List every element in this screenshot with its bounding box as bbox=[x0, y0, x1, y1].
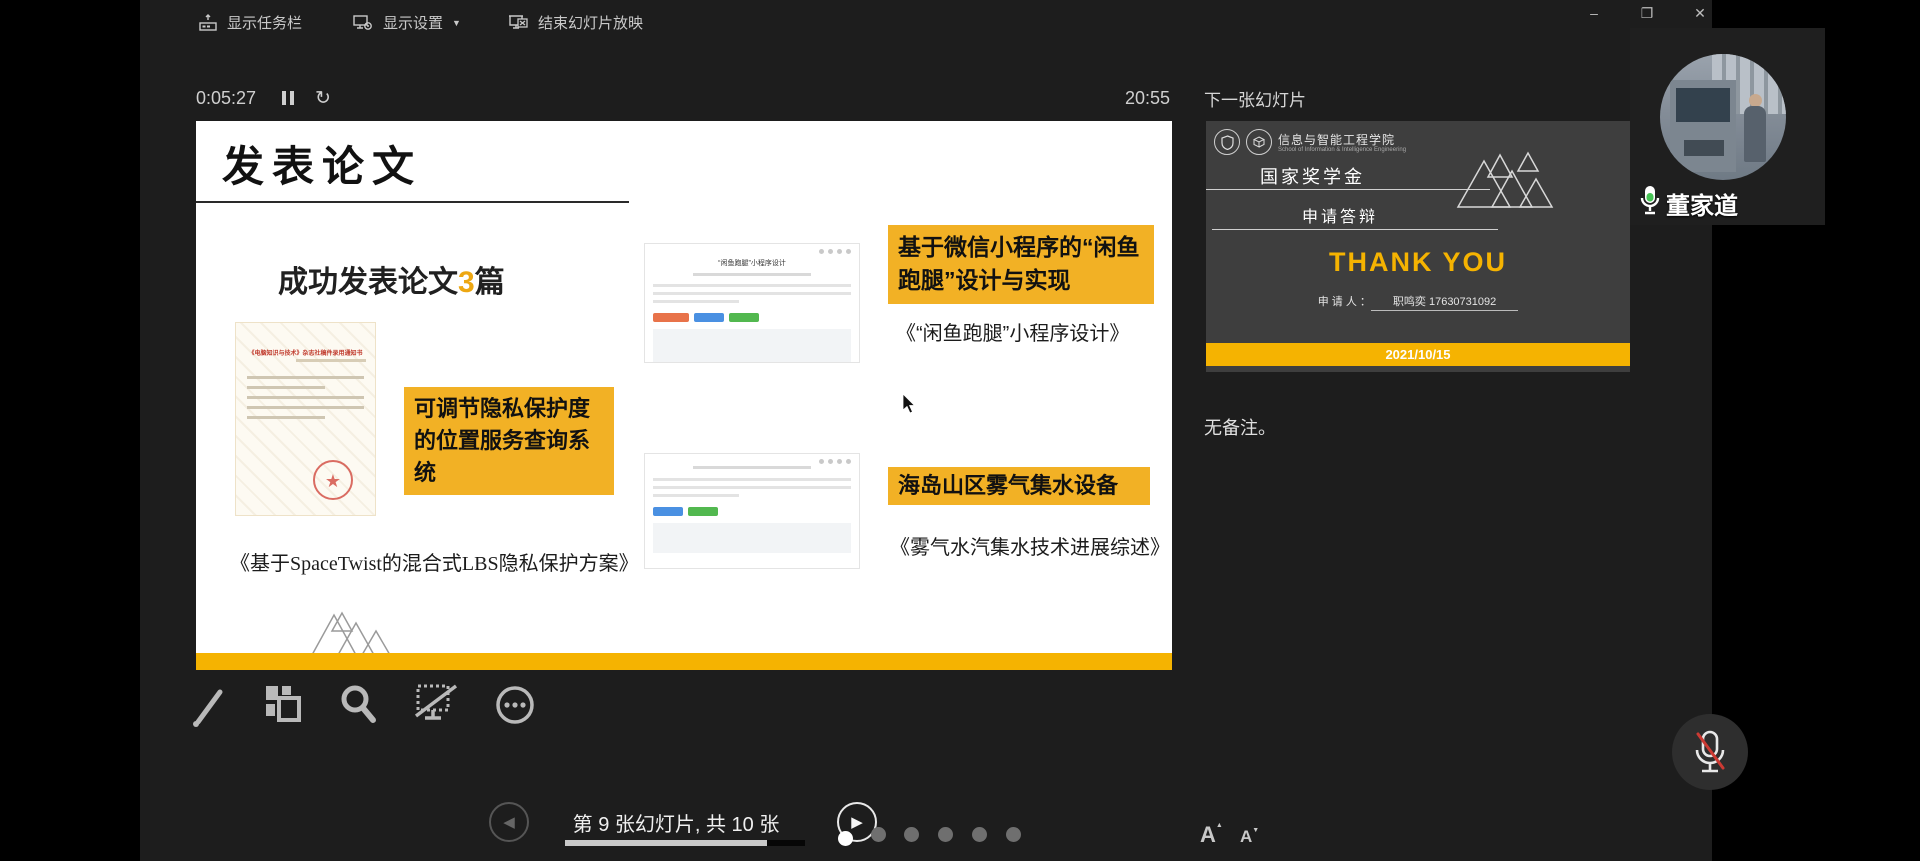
school-logo-icon bbox=[1246, 129, 1272, 155]
pause-timer-button[interactable] bbox=[280, 91, 296, 110]
indicator-dot bbox=[871, 827, 886, 842]
triangles-logo bbox=[304, 601, 414, 659]
close-button[interactable]: ✕ bbox=[1683, 2, 1717, 24]
letter-title: 《电脑知识与技术》杂志社稿件录用通知书 bbox=[243, 348, 368, 357]
school-logos bbox=[1214, 129, 1272, 155]
progress-fill bbox=[565, 840, 767, 846]
minimize-button[interactable]: – bbox=[1577, 2, 1611, 24]
thumbnail-toolbar-icons bbox=[819, 459, 851, 464]
thumbnail-toolbar-icons bbox=[819, 249, 851, 254]
indicator-dot bbox=[904, 827, 919, 842]
red-seal-stamp: ★ bbox=[313, 460, 353, 500]
caret-up-icon: ▲ bbox=[1216, 822, 1223, 829]
webpage-thumbnail-1: “闲鱼跑腿”小程序设计 bbox=[644, 243, 860, 363]
date-bar: 2021/10/15 bbox=[1206, 343, 1630, 366]
see-all-slides-button[interactable] bbox=[260, 682, 306, 728]
show-taskbar-button[interactable]: 显示任务栏 bbox=[198, 12, 302, 33]
paper-title-fog: 《雾气水汽集水技术进展综述》 bbox=[890, 531, 1170, 560]
applicant-value: 职鸣奕 17630731092 bbox=[1371, 296, 1518, 311]
display-settings-label: 显示设置 bbox=[383, 12, 443, 33]
chevron-down-icon: ▼ bbox=[452, 18, 461, 28]
slide-accent-bar bbox=[196, 653, 1172, 670]
participant-mic-icon bbox=[1638, 184, 1662, 216]
paper-title-privacy: 《基于SpaceTwist的混合式LBS隐私保护方案》 bbox=[230, 547, 639, 576]
slide-title: 发表论文 bbox=[222, 133, 422, 194]
previous-slide-button[interactable]: ◀ bbox=[489, 802, 529, 842]
caret-down-icon: ▼ bbox=[1252, 827, 1259, 834]
black-screen-button[interactable] bbox=[412, 682, 462, 728]
preview-triangles-logo bbox=[1448, 143, 1568, 213]
increase-font-button[interactable]: A▲ bbox=[1200, 822, 1223, 848]
applicant-label: 申 请 人 ： bbox=[1318, 296, 1371, 308]
annotation-toolbar bbox=[188, 682, 538, 728]
next-icon: ▶ bbox=[851, 813, 863, 831]
webcam-overlay[interactable]: 董家道 bbox=[1630, 28, 1825, 225]
restart-timer-button[interactable]: ↻ bbox=[315, 87, 331, 110]
end-slideshow-icon bbox=[507, 13, 529, 33]
title-rule bbox=[196, 201, 629, 203]
previous-icon: ◀ bbox=[503, 813, 515, 831]
mouse-cursor bbox=[902, 394, 918, 416]
applicant-row: 申 请 人 ：职鸣奕 17630731092 bbox=[1206, 293, 1630, 309]
acceptance-letter-image: 《电脑知识与技术》杂志社稿件录用通知书 ★ bbox=[235, 322, 376, 516]
school-name: 信息与智能工程学院 bbox=[1278, 131, 1395, 148]
paper-title-wechat: 《“闲鱼跑腿”小程序设计》 bbox=[896, 317, 1129, 346]
end-slideshow-label: 结束幻灯片放映 bbox=[538, 12, 643, 33]
clock: 20:55 bbox=[1070, 88, 1170, 109]
preview-defense-title: 申请答辩 bbox=[1302, 203, 1378, 227]
participant-name: 董家道 bbox=[1666, 186, 1738, 221]
maximize-button[interactable]: ❐ bbox=[1630, 2, 1664, 24]
school-name-en: School of Information & Intelligence Eng… bbox=[1278, 147, 1406, 153]
highlight-box-privacy: 可调节隐私保护度的位置服务查询系统 bbox=[404, 387, 614, 495]
timer-elapsed: 0:05:27 bbox=[196, 88, 256, 109]
pause-icon bbox=[282, 91, 286, 105]
slide-position-status: 第 9 张幻灯片, 共 10 张 bbox=[548, 808, 804, 837]
decrease-font-button[interactable]: A▼ bbox=[1240, 827, 1259, 847]
end-slideshow-button[interactable]: 结束幻灯片放映 bbox=[507, 12, 643, 33]
highlight-box-wechat: 基于微信小程序的“闲鱼跑腿”设计与实现 bbox=[888, 225, 1154, 304]
highlight-box-fog: 海岛山区雾气集水设备 bbox=[888, 467, 1150, 505]
muted-mic-icon bbox=[1690, 728, 1730, 776]
taskbar-icon bbox=[198, 13, 218, 33]
avatar bbox=[1660, 54, 1786, 180]
pen-tool-button[interactable] bbox=[188, 682, 230, 728]
more-options-button[interactable] bbox=[492, 682, 538, 728]
current-slide: 发表论文 成功发表论文3篇 《电脑知识与技术》杂志社稿件录用通知书 ★ 可调节隐… bbox=[196, 121, 1172, 670]
next-slide-label: 下一张幻灯片 bbox=[1204, 86, 1306, 111]
preview-rule bbox=[1212, 229, 1498, 230]
slide-headline: 成功发表论文3篇 bbox=[278, 257, 505, 301]
screen: 显示任务栏 显示设置 ▼ 结束幻灯片放映 – ❐ ✕ bbox=[0, 0, 1920, 861]
zoom-slide-button[interactable] bbox=[336, 682, 382, 728]
paper-count: 3 bbox=[458, 266, 475, 299]
preview-award-title: 国家奖学金 bbox=[1260, 163, 1365, 189]
thumbnail-title: “闲鱼跑腿”小程序设计 bbox=[645, 258, 859, 268]
indicator-dot bbox=[972, 827, 987, 842]
show-taskbar-label: 显示任务栏 bbox=[227, 12, 302, 33]
next-slide-preview: 信息与智能工程学院 School of Information & Intell… bbox=[1206, 121, 1630, 372]
thank-you-text: THANK YOU bbox=[1206, 247, 1630, 278]
microphone-mute-button[interactable] bbox=[1672, 714, 1748, 790]
display-settings-icon bbox=[352, 13, 374, 33]
webpage-thumbnail-2 bbox=[644, 453, 860, 569]
thumbnail-buttons bbox=[653, 507, 851, 516]
notes-text: 无备注。 bbox=[1204, 414, 1276, 440]
slideshow-progress-bar bbox=[565, 840, 805, 846]
display-settings-button[interactable]: 显示设置 ▼ bbox=[352, 12, 461, 33]
indicator-dot bbox=[938, 827, 953, 842]
thumbnail-buttons bbox=[653, 313, 851, 322]
indicator-dot-active bbox=[838, 831, 853, 846]
indicator-dot bbox=[1006, 827, 1021, 842]
university-logo-icon bbox=[1214, 129, 1240, 155]
